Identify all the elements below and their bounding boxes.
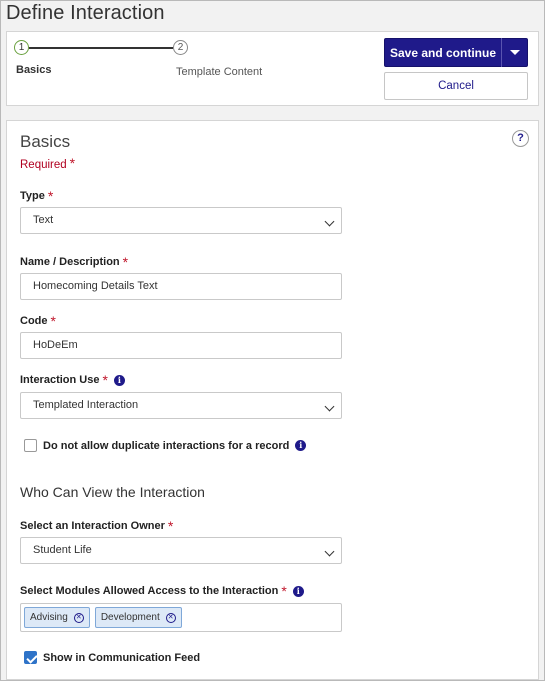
name-label: Name / Description *: [20, 254, 128, 270]
save-and-continue-button[interactable]: Save and continue: [384, 38, 528, 67]
code-input[interactable]: HoDeEm: [20, 332, 342, 359]
type-label-text: Type: [20, 190, 45, 202]
owner-select-value: Student Life: [33, 544, 92, 556]
section-title: Basics: [20, 132, 71, 151]
show-feed-label: Show in Communication Feed: [43, 651, 201, 664]
required-asterisk: *: [122, 254, 129, 270]
step-1-indicator[interactable]: 1: [14, 40, 29, 55]
no-duplicates-label: Do not allow duplicate interactions for …: [43, 439, 290, 452]
owner-label: Select an Interaction Owner *: [20, 518, 173, 534]
owner-select[interactable]: Student Life: [20, 537, 342, 564]
owner-label-text: Select an Interaction Owner: [20, 520, 165, 532]
step-2-label: Template Content: [176, 66, 263, 78]
step-2-indicator[interactable]: 2: [173, 40, 188, 55]
required-asterisk: *: [167, 518, 174, 534]
show-feed-row[interactable]: Show in Communication Feed: [24, 651, 200, 664]
save-and-continue-label[interactable]: Save and continue: [385, 46, 501, 60]
name-label-text: Name / Description: [20, 256, 120, 268]
module-tag-label: Development: [100, 612, 160, 623]
required-asterisk: *: [281, 583, 287, 599]
stepper-line: [29, 47, 173, 49]
header-panel: 1 2 Basics Template Content Save and con…: [6, 31, 539, 106]
type-label: Type *: [20, 188, 53, 204]
required-note-text: Required: [20, 159, 67, 171]
interaction-use-value: Templated Interaction: [33, 399, 139, 411]
show-feed-checkbox[interactable]: [24, 651, 37, 664]
required-asterisk: *: [69, 155, 76, 171]
basics-panel: Basics ? Required * Type * Text Name / Des…: [6, 120, 539, 680]
no-duplicates-row[interactable]: Do not allow duplicate interactions for …: [24, 439, 307, 452]
chevron-down-icon: [324, 401, 335, 412]
required-note: Required *: [20, 155, 75, 171]
required-asterisk: *: [50, 313, 56, 329]
step-1-label: Basics: [16, 64, 52, 76]
interaction-use-label: Interaction Use * i: [20, 372, 125, 388]
cancel-button[interactable]: Cancel: [384, 72, 528, 100]
name-input[interactable]: Homecoming Details Text: [20, 273, 342, 300]
module-tag-label: Advising: [30, 612, 68, 623]
type-select[interactable]: Text: [20, 207, 342, 234]
modules-label-text: Select Modules Allowed Access to the Int…: [20, 585, 279, 597]
help-icon[interactable]: ?: [512, 130, 529, 147]
no-duplicates-checkbox[interactable]: [24, 439, 37, 452]
chevron-down-icon: [324, 546, 335, 557]
caret-down-icon: [509, 50, 520, 55]
info-icon[interactable]: i: [295, 440, 307, 451]
info-icon[interactable]: i: [113, 374, 125, 386]
modules-multiselect[interactable]: Advising ✕ Development ✕: [20, 603, 342, 632]
remove-tag-icon[interactable]: ✕: [165, 612, 176, 623]
code-label: Code *: [20, 313, 56, 329]
save-options-dropdown[interactable]: [502, 50, 527, 55]
window-frame: Define Interaction 1 2 Basics Template C…: [0, 0, 545, 681]
remove-tag-icon[interactable]: ✕: [73, 612, 84, 623]
info-icon[interactable]: i: [292, 585, 304, 597]
module-tag: Advising ✕: [24, 607, 90, 628]
module-tag: Development ✕: [94, 607, 182, 628]
interaction-use-label-text: Interaction Use: [20, 374, 100, 386]
code-label-text: Code: [20, 315, 48, 327]
required-asterisk: *: [47, 188, 54, 204]
page-title: Define Interaction: [6, 2, 165, 24]
modules-label: Select Modules Allowed Access to the Int…: [20, 583, 304, 599]
interaction-use-select[interactable]: Templated Interaction: [20, 392, 342, 419]
type-select-value: Text: [33, 214, 54, 226]
chevron-down-icon: [324, 216, 335, 227]
who-can-view-title: Who Can View the Interaction: [20, 484, 205, 500]
required-asterisk: *: [102, 372, 108, 388]
